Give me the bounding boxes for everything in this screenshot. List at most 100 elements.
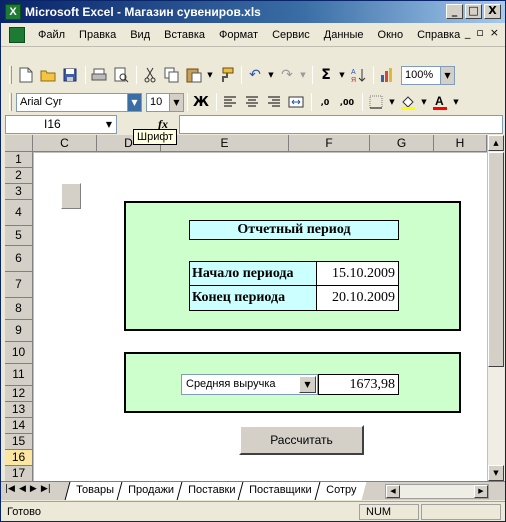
row-header[interactable]: 2 [5, 168, 33, 184]
first-sheet-icon[interactable]: |◀ [5, 484, 15, 494]
row-header[interactable]: 17 [5, 466, 33, 481]
chevron-down-icon[interactable]: ▼ [102, 116, 116, 133]
row-header[interactable]: 3 [5, 184, 33, 200]
scroll-left-icon[interactable]: ◀ [386, 485, 400, 498]
excel-app-icon[interactable]: X [5, 4, 21, 20]
menu-window[interactable]: Окно [371, 24, 411, 46]
fill-color-icon[interactable] [398, 92, 418, 112]
copy-icon[interactable] [162, 65, 182, 85]
menu-view[interactable]: Вид [123, 24, 157, 46]
menu-insert[interactable]: Вставка [157, 24, 212, 46]
sheet-tab[interactable]: Сотру [314, 482, 367, 500]
decrease-decimal-icon[interactable]: ,00 [337, 92, 357, 112]
row-header[interactable]: 10 [5, 342, 33, 364]
row-header[interactable]: 12 [5, 386, 33, 402]
borders-dropdown-icon[interactable]: ▼ [388, 92, 396, 112]
row-header[interactable]: 11 [5, 364, 33, 386]
print-preview-icon[interactable] [111, 65, 131, 85]
font-name-select[interactable]: Arial Cyr ▼ [16, 92, 142, 112]
doc-close-button[interactable]: × [490, 26, 499, 39]
align-right-icon[interactable] [264, 92, 284, 112]
formula-input[interactable] [179, 115, 503, 134]
doc-restore-button[interactable]: ▫ [476, 26, 483, 39]
revenue-type-select[interactable]: Средняя выручка ▼ [181, 374, 318, 395]
menu-format[interactable]: Формат [212, 24, 265, 46]
maximize-button[interactable]: □ [465, 4, 482, 19]
sheet-tab[interactable]: Продажи [116, 482, 185, 500]
fill-color-dropdown-icon[interactable]: ▼ [420, 92, 428, 112]
toolbar-grip[interactable] [9, 66, 12, 84]
print-icon[interactable] [89, 65, 109, 85]
prev-sheet-icon[interactable]: ◀ [19, 484, 26, 494]
redo-icon[interactable]: ↷ [277, 65, 297, 85]
cell-area[interactable]: Отчетный период Начало периода 15.10.200… [33, 152, 487, 481]
row-header[interactable]: 14 [5, 418, 33, 434]
undo-dropdown-icon[interactable]: ▼ [267, 65, 275, 85]
menu-data[interactable]: Данные [317, 24, 371, 46]
select-all-corner[interactable] [5, 135, 33, 152]
column-header-g[interactable]: G [370, 135, 434, 152]
row-header-selected[interactable]: 16 [5, 450, 33, 466]
column-header-e[interactable]: E [161, 135, 289, 152]
autosum-icon[interactable]: Σ [316, 65, 336, 85]
column-header-f[interactable]: F [289, 135, 370, 152]
autosum-dropdown-icon[interactable]: ▼ [338, 65, 346, 85]
font-size-select[interactable]: 10 ▼ [146, 92, 184, 112]
sheet-tab[interactable]: Товары [64, 482, 125, 500]
minimize-button[interactable]: _ [446, 4, 463, 19]
row-header[interactable]: 15 [5, 434, 33, 450]
calculate-button[interactable]: Рассчитать [239, 425, 364, 455]
bold-button[interactable]: Ж [191, 92, 211, 112]
period-start-value[interactable]: 15.10.2009 [317, 262, 398, 285]
row-header[interactable]: 13 [5, 402, 33, 418]
selected-button-cell[interactable] [61, 183, 81, 209]
row-header[interactable]: 7 [5, 272, 33, 298]
title-bar[interactable]: X Microsoft Excel - Магазин сувениров.xl… [1, 1, 505, 23]
open-folder-icon[interactable] [38, 65, 58, 85]
new-document-icon[interactable] [16, 65, 36, 85]
redo-dropdown-icon[interactable]: ▼ [299, 65, 307, 85]
font-color-dropdown-icon[interactable]: ▼ [452, 92, 460, 112]
workbook-icon[interactable] [9, 26, 25, 43]
name-box[interactable]: I16 ▼ [5, 115, 117, 134]
vertical-scrollbar[interactable]: ▲ ▼ [487, 135, 504, 481]
chart-wizard-icon[interactable] [377, 65, 397, 85]
close-button[interactable]: X [484, 4, 501, 19]
last-sheet-icon[interactable]: ▶| [41, 484, 51, 494]
row-header[interactable]: 5 [5, 226, 33, 246]
menu-file[interactable]: Файл [31, 24, 72, 46]
paste-dropdown-icon[interactable]: ▼ [206, 65, 214, 85]
sort-ascending-icon[interactable]: АЯ [348, 65, 368, 85]
column-header-h[interactable]: H [434, 135, 487, 152]
scroll-right-icon[interactable]: ▶ [474, 485, 488, 498]
chevron-down-icon[interactable]: ▼ [169, 93, 183, 111]
align-left-icon[interactable] [220, 92, 240, 112]
cut-icon[interactable] [140, 65, 160, 85]
row-header[interactable]: 1 [5, 152, 33, 168]
row-header[interactable]: 9 [5, 320, 33, 342]
worksheet-grid[interactable]: C D E F G H 1 2 3 4 5 6 7 8 9 10 11 12 1… [5, 135, 487, 481]
align-center-icon[interactable] [242, 92, 262, 112]
merge-center-icon[interactable] [286, 92, 306, 112]
chevron-down-icon[interactable]: ▼ [127, 93, 141, 111]
scroll-thumb[interactable] [488, 152, 504, 367]
horizontal-scrollbar[interactable]: ◀ ▶ [385, 484, 489, 499]
menu-help[interactable]: Справка [410, 24, 467, 46]
borders-icon[interactable] [366, 92, 386, 112]
column-header-c[interactable]: C [33, 135, 97, 152]
doc-minimize-button[interactable]: _ [465, 26, 471, 39]
chevron-down-icon[interactable]: ▼ [440, 66, 454, 84]
scroll-down-icon[interactable]: ▼ [488, 465, 504, 481]
paste-icon[interactable] [184, 65, 204, 85]
increase-decimal-icon[interactable]: ,0 [315, 92, 335, 112]
row-header[interactable]: 8 [5, 298, 33, 320]
chevron-down-icon[interactable]: ▼ [299, 376, 316, 393]
row-header[interactable]: 6 [5, 246, 33, 272]
undo-icon[interactable]: ↶ [245, 65, 265, 85]
sheet-tab[interactable]: Поставщики [237, 482, 323, 500]
zoom-select[interactable]: 100% ▼ [401, 65, 455, 85]
row-header[interactable]: 4 [5, 200, 33, 226]
scroll-up-icon[interactable]: ▲ [488, 135, 504, 151]
format-painter-icon[interactable] [216, 65, 236, 85]
toolbar-grip[interactable] [9, 93, 12, 111]
